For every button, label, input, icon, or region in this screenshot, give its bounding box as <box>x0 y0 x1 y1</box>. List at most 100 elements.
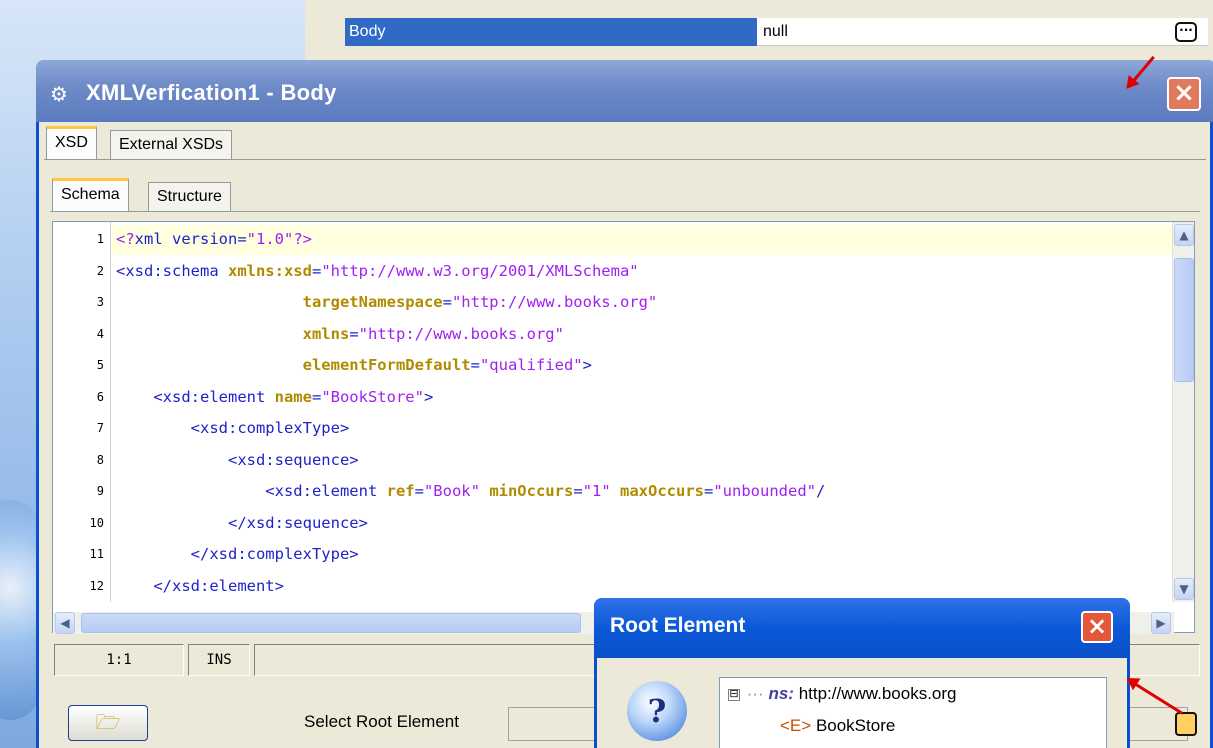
outer-tabstrip: XSD External XSDs <box>44 124 1213 160</box>
dialog-titlebar[interactable]: Root Element × <box>594 598 1130 658</box>
code-line[interactable]: <?xml version="1.0"?> <box>116 230 312 248</box>
line-number: 6 <box>96 389 104 404</box>
tab-xsd[interactable]: XSD <box>46 126 97 160</box>
code-line[interactable]: </xsd:element> <box>116 577 284 595</box>
code-token: = <box>573 482 583 500</box>
code-token: "http://www.books.org" <box>358 324 564 343</box>
select-root-button[interactable] <box>1175 712 1197 736</box>
code-token: <xsd:sequence> <box>116 450 359 469</box>
line-number: 7 <box>96 421 104 435</box>
code-token: "http://www.w3.org/2001/XMLSchema" <box>321 261 639 280</box>
namespace-tree[interactable]: ⊟ ··· ns: http://www.books.org <E> BookS… <box>719 677 1107 748</box>
tab-structure[interactable]: Structure <box>148 182 231 212</box>
code-token: name <box>274 387 312 406</box>
ns-uri: http://www.books.org <box>798 684 957 703</box>
scroll-down-icon[interactable]: ▼ <box>1174 578 1194 600</box>
cursor-position: 1:1 <box>54 644 184 676</box>
code-token: = <box>442 293 452 311</box>
scroll-thumb[interactable] <box>1174 258 1194 382</box>
close-icon[interactable]: × <box>1167 77 1201 111</box>
scroll-right-icon[interactable]: ▶ <box>1151 612 1171 634</box>
code-editor[interactable]: 1 2 3 4 5 6 7 8 9 10 11 12 <?xml version="1.0"?> <xs… <box>52 221 1195 634</box>
outer-tab-divider <box>44 159 1206 160</box>
ellipsis-icon[interactable]: ··· <box>1175 22 1197 42</box>
vertical-scrollbar[interactable]: ▲ ▼ <box>1172 222 1194 602</box>
code-token: xmlns:xsd <box>227 261 312 280</box>
code-token: xmlns <box>302 324 350 343</box>
hscroll-thumb[interactable] <box>81 613 581 633</box>
code-line[interactable]: xmlns="http://www.books.org" <box>116 325 564 343</box>
scroll-up-icon[interactable]: ▲ <box>1174 224 1194 246</box>
line-number: 12 <box>89 578 104 593</box>
question-icon: ? <box>627 681 687 741</box>
line-number-gutter: 1 2 3 4 5 6 7 8 9 10 11 12 <box>53 222 111 602</box>
line-number: 4 <box>96 326 104 341</box>
element-name: BookStore <box>815 716 896 735</box>
code-token: <xsd:element <box>116 482 387 500</box>
code-token: = <box>470 356 480 374</box>
code-token: maxOccurs <box>620 482 704 500</box>
code-token: "Book" <box>423 482 480 500</box>
scroll-left-icon[interactable]: ◀ <box>55 612 75 634</box>
inner-tab-divider <box>50 211 1200 212</box>
code-line[interactable]: <xsd:sequence> <box>116 451 359 469</box>
code-token: "qualified" <box>479 356 583 374</box>
code-token: targetNamespace <box>302 293 443 311</box>
code-area[interactable]: <?xml version="1.0"?> <xsd:schema xmlns:x… <box>112 222 1174 602</box>
code-line[interactable]: </xsd:sequence> <box>116 514 368 532</box>
code-token: = <box>311 261 322 280</box>
code-token: = <box>704 482 714 500</box>
tree-namespace-node[interactable]: ⊟ ··· ns: http://www.books.org <box>728 684 957 704</box>
code-token: ref <box>386 482 415 500</box>
code-token: = <box>349 324 359 343</box>
property-value[interactable]: null <box>763 18 1063 46</box>
code-token: "1.0" <box>246 230 294 248</box>
line-number: 5 <box>96 358 104 372</box>
tab-schema[interactable]: Schema <box>52 178 129 212</box>
collapse-icon[interactable]: ⊟ <box>728 688 740 701</box>
property-row-body[interactable]: Body null <box>345 18 1208 46</box>
code-token: "1" <box>582 482 611 500</box>
line-number: 3 <box>96 295 104 309</box>
line-number: 9 <box>96 484 104 498</box>
code-line[interactable]: <xsd:element ref="Book" minOccurs="1" ma… <box>116 482 825 500</box>
line-number: 10 <box>89 515 104 530</box>
dialog-title: Root Element <box>610 614 746 637</box>
code-token: <xsd:schema <box>116 261 228 280</box>
code-line[interactable]: <xsd:schema xmlns:xsd="http://www.w3.org… <box>116 262 639 280</box>
line-number: 1 <box>96 232 104 246</box>
code-token: = <box>311 387 322 406</box>
code-line[interactable]: <xsd:element name="BookStore"> <box>116 388 433 406</box>
property-name[interactable]: Body <box>345 18 757 46</box>
element-icon: <E> <box>780 716 812 735</box>
line-number: 8 <box>96 452 104 467</box>
tree-element-node[interactable]: <E> BookStore <box>780 716 895 736</box>
desktop-orb <box>0 500 40 720</box>
root-element-dialog: Root Element × ? ⊟ ··· ns: http://www.bo… <box>594 598 1130 748</box>
inner-tabstrip: Schema Structure <box>50 176 1210 212</box>
window-titlebar[interactable]: ⚙ XMLVerfication1 - Body × <box>36 60 1213 122</box>
close-icon[interactable]: × <box>1081 611 1113 643</box>
insert-mode: INS <box>188 644 250 676</box>
line-number: 11 <box>89 547 104 561</box>
ns-label: ns: <box>768 684 794 703</box>
code-line[interactable]: </xsd:complexType> <box>116 545 359 563</box>
code-token: <? <box>116 230 135 248</box>
code-token: "unbounded" <box>713 482 816 500</box>
tab-external-xsds[interactable]: External XSDs <box>110 130 233 160</box>
code-token: <xsd:element <box>116 387 275 406</box>
code-line[interactable]: targetNamespace="http://www.books.org" <box>116 293 658 311</box>
folder-icon[interactable]: 🗁 <box>68 705 148 741</box>
property-panel: Body null <box>305 0 1213 60</box>
window-title: XMLVerfication1 - Body <box>86 80 337 105</box>
code-token: "http://www.books.org" <box>451 293 658 311</box>
code-line[interactable]: elementFormDefault="qualified"> <box>116 356 592 374</box>
code-token: xml version= <box>134 230 247 248</box>
code-line[interactable]: <xsd:complexType> <box>116 419 350 437</box>
window-app-icon: ⚙ <box>50 82 68 106</box>
